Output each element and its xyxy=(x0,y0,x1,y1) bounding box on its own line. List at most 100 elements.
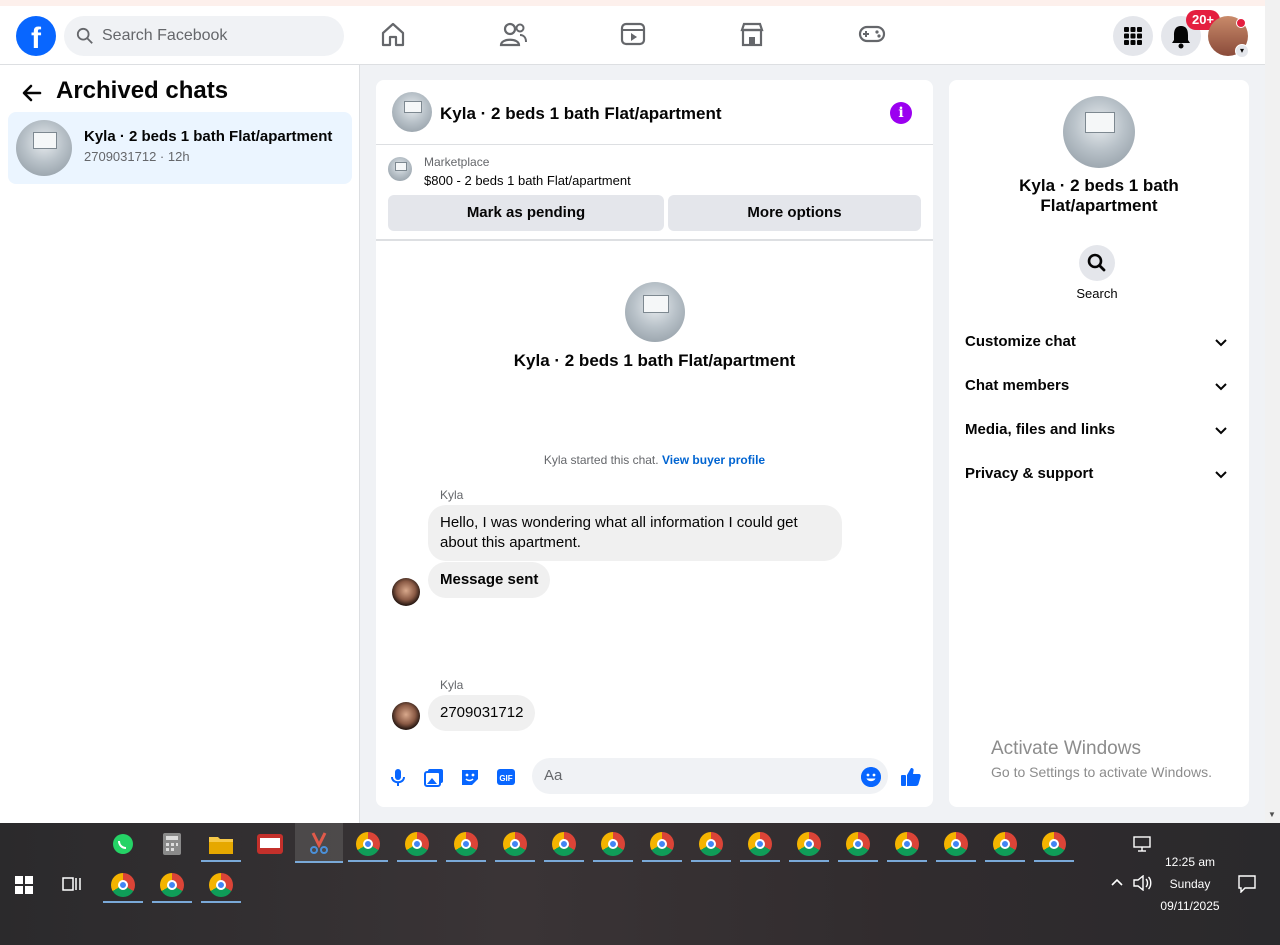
chrome-taskbar-button[interactable] xyxy=(495,826,535,862)
marketplace-label: Marketplace xyxy=(424,155,490,169)
archived-chats-panel: Archived chats Kyla · 2 beds 1 bath Flat… xyxy=(0,65,360,823)
details-name: Kyla · 2 beds 1 bath Flat/apartment xyxy=(1019,176,1179,215)
chrome-taskbar-button[interactable] xyxy=(691,826,731,862)
chrome-taskbar-button[interactable] xyxy=(103,867,143,903)
snipping-tool-icon xyxy=(310,832,328,854)
watermark-subtitle: Go to Settings to activate Windows. xyxy=(991,764,1212,780)
chrome-icon xyxy=(1042,832,1066,856)
chrome-taskbar-button[interactable] xyxy=(544,826,584,862)
sender-avatar[interactable] xyxy=(392,578,420,606)
conversation-title[interactable]: Kyla · 2 beds 1 bath Flat/apartment xyxy=(440,104,722,124)
chat-list-item[interactable]: Kyla · 2 beds 1 bath Flat/apartment 2709… xyxy=(8,112,352,184)
clock-time[interactable]: 12:25 am xyxy=(1150,855,1230,869)
activate-windows-watermark: Activate Windows Go to Settings to activ… xyxy=(991,738,1212,780)
chrome-taskbar-button[interactable] xyxy=(446,826,486,862)
whatsapp-taskbar-button[interactable] xyxy=(103,826,143,862)
folder-icon xyxy=(209,837,233,854)
calculator-icon xyxy=(163,833,181,855)
task-view-icon[interactable] xyxy=(62,875,82,893)
video-icon[interactable] xyxy=(618,19,648,49)
scroll-down-arrow-icon[interactable]: ▼ xyxy=(1268,810,1276,819)
home-icon[interactable] xyxy=(378,19,408,49)
photo-icon[interactable] xyxy=(423,766,445,788)
info-icon[interactable]: i xyxy=(890,102,912,124)
chrome-icon xyxy=(748,832,772,856)
listing-thumbnail xyxy=(16,120,72,176)
sender-avatar[interactable] xyxy=(392,702,420,730)
chevron-down-icon xyxy=(1215,383,1227,391)
search-in-conversation-button[interactable] xyxy=(1079,245,1115,281)
avatar-status-dot xyxy=(1236,18,1246,28)
conversation-intro-name: Kyla · 2 beds 1 bath Flat/apartment xyxy=(513,351,796,370)
chrome-taskbar-button[interactable] xyxy=(348,826,388,862)
mark-as-pending-button[interactable]: Mark as pending xyxy=(388,195,664,231)
chrome-taskbar-button[interactable] xyxy=(1034,826,1074,862)
sticker-icon[interactable] xyxy=(459,766,481,788)
network-icon[interactable] xyxy=(1133,836,1151,852)
search-box[interactable]: Search Facebook xyxy=(64,16,344,56)
clock-date[interactable]: 09/11/2025 xyxy=(1150,899,1230,913)
message-bubble[interactable]: 2709031712 xyxy=(428,695,536,731)
windows-start-icon[interactable] xyxy=(15,876,33,894)
chrome-icon xyxy=(993,832,1017,856)
details-avatar[interactable] xyxy=(1063,96,1135,168)
facebook-logo[interactable]: f xyxy=(16,16,56,56)
chrome-icon xyxy=(503,832,527,856)
chrome-taskbar-button[interactable] xyxy=(936,826,976,862)
grid-icon xyxy=(1124,27,1142,45)
like-thumbs-up-icon[interactable] xyxy=(899,765,923,789)
privacy-support-section[interactable]: Privacy & support xyxy=(965,454,1233,494)
chrome-taskbar-button[interactable] xyxy=(838,826,878,862)
chrome-taskbar-button[interactable] xyxy=(740,826,780,862)
back-arrow-icon[interactable] xyxy=(20,81,44,105)
media-files-links-section[interactable]: Media, files and links xyxy=(965,410,1233,450)
chrome-taskbar-button[interactable] xyxy=(642,826,682,862)
gif-icon[interactable]: GIF xyxy=(495,766,517,788)
conversation-intro-avatar xyxy=(625,282,685,342)
search-icon xyxy=(76,27,93,44)
calculator-taskbar-button[interactable] xyxy=(152,826,192,862)
file-explorer-taskbar-button[interactable] xyxy=(201,826,241,862)
more-options-button[interactable]: More options xyxy=(668,195,921,231)
clock-day[interactable]: Sunday xyxy=(1150,877,1230,891)
conversation-avatar[interactable] xyxy=(392,92,432,132)
menu-button[interactable] xyxy=(1113,16,1153,56)
top-navigation-bar: f Search Facebook 20+ ▾ xyxy=(0,6,1265,65)
marketplace-icon[interactable] xyxy=(737,19,767,49)
snipping-tool-taskbar-button[interactable] xyxy=(295,823,343,863)
chrome-taskbar-button[interactable] xyxy=(201,867,241,903)
message-bubble[interactable]: Hello, I was wondering what all informat… xyxy=(428,505,842,561)
account-chevron-icon[interactable]: ▾ xyxy=(1235,44,1249,58)
microphone-icon[interactable] xyxy=(387,766,409,788)
chevron-up-icon[interactable] xyxy=(1110,877,1124,887)
youtube-downloader-taskbar-button[interactable] xyxy=(250,826,290,862)
message-input[interactable]: Aa xyxy=(532,758,888,794)
chrome-taskbar-button[interactable] xyxy=(152,867,192,903)
search-icon xyxy=(1087,253,1106,272)
message-thread[interactable]: Kyla · 2 beds 1 bath Flat/apartment Kyla… xyxy=(376,243,933,743)
page-scrollbar[interactable]: ▼ xyxy=(1265,0,1280,823)
chrome-icon xyxy=(209,873,233,897)
windows-taskbar: 12:25 am Sunday 09/11/2025 xyxy=(0,823,1280,945)
action-center-icon[interactable] xyxy=(1238,875,1256,893)
chrome-icon xyxy=(111,873,135,897)
listing-title[interactable]: $800 - 2 beds 1 bath Flat/apartment xyxy=(424,173,631,188)
chrome-icon xyxy=(454,832,478,856)
chat-started-text: Kyla started this chat. xyxy=(543,453,659,467)
search-input[interactable]: Search Facebook xyxy=(102,27,227,45)
emoji-icon[interactable] xyxy=(861,767,881,787)
view-buyer-profile-link[interactable]: View buyer profile xyxy=(662,453,765,467)
chrome-taskbar-button[interactable] xyxy=(789,826,829,862)
chrome-taskbar-button[interactable] xyxy=(397,826,437,862)
chrome-taskbar-button[interactable] xyxy=(593,826,633,862)
friends-icon[interactable] xyxy=(498,19,528,49)
gaming-icon[interactable] xyxy=(857,19,887,49)
chrome-icon xyxy=(160,873,184,897)
chrome-taskbar-button[interactable] xyxy=(887,826,927,862)
customize-chat-section[interactable]: Customize chat xyxy=(965,322,1233,362)
speaker-icon[interactable] xyxy=(1132,875,1152,891)
chrome-taskbar-button[interactable] xyxy=(985,826,1025,862)
watermark-title: Activate Windows xyxy=(991,738,1141,759)
chat-members-section[interactable]: Chat members xyxy=(965,366,1233,406)
message-bubble[interactable]: Message sent xyxy=(428,562,551,598)
